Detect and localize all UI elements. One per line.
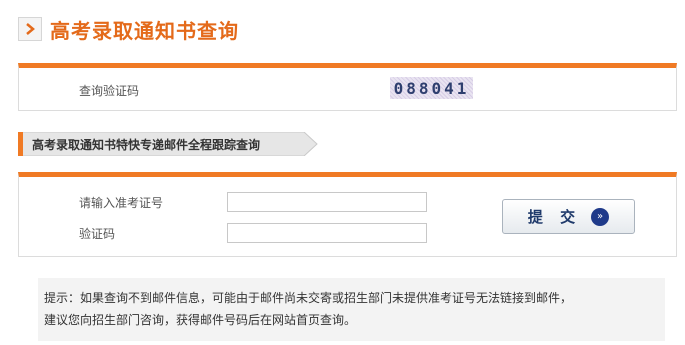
- tracking-section-header: 高考录取通知书特快专递邮件全程跟踪查询: [18, 132, 318, 156]
- captcha-code: 088041: [393, 78, 470, 98]
- tip-line-2: 建议您向招生部门咨询，获得邮件号码后在网站首页查询。: [44, 313, 357, 327]
- tip-line-1: 提示：如果查询不到邮件信息，可能由于邮件尚未交寄或招生部门未提供准考证号无法链接…: [44, 291, 573, 305]
- page-header: 高考录取通知书查询: [18, 14, 239, 44]
- exam-number-label: 请输入准考证号: [79, 196, 164, 210]
- submit-label: 提 交: [527, 208, 582, 226]
- captcha-image[interactable]: 088041: [390, 77, 473, 99]
- double-chevron-right-icon: »: [591, 207, 610, 226]
- captcha-label: 查询验证码: [79, 84, 140, 98]
- captcha-panel: 查询验证码 088041: [18, 63, 677, 111]
- tracking-section-title: 高考录取通知书特快专递邮件全程跟踪查询: [32, 138, 261, 152]
- page-title: 高考录取通知书查询: [50, 18, 239, 43]
- tracking-form-panel: 请输入准考证号 验证码 提 交 »: [18, 172, 677, 257]
- chevron-right-icon: [18, 17, 42, 41]
- verify-code-label: 验证码: [79, 227, 116, 241]
- exam-number-input[interactable]: [227, 192, 427, 212]
- submit-button[interactable]: 提 交 »: [502, 199, 635, 234]
- verify-code-input[interactable]: [227, 223, 427, 243]
- tip-box: 提示：如果查询不到邮件信息，可能由于邮件尚未交寄或招生部门未提供准考证号无法链接…: [38, 278, 665, 341]
